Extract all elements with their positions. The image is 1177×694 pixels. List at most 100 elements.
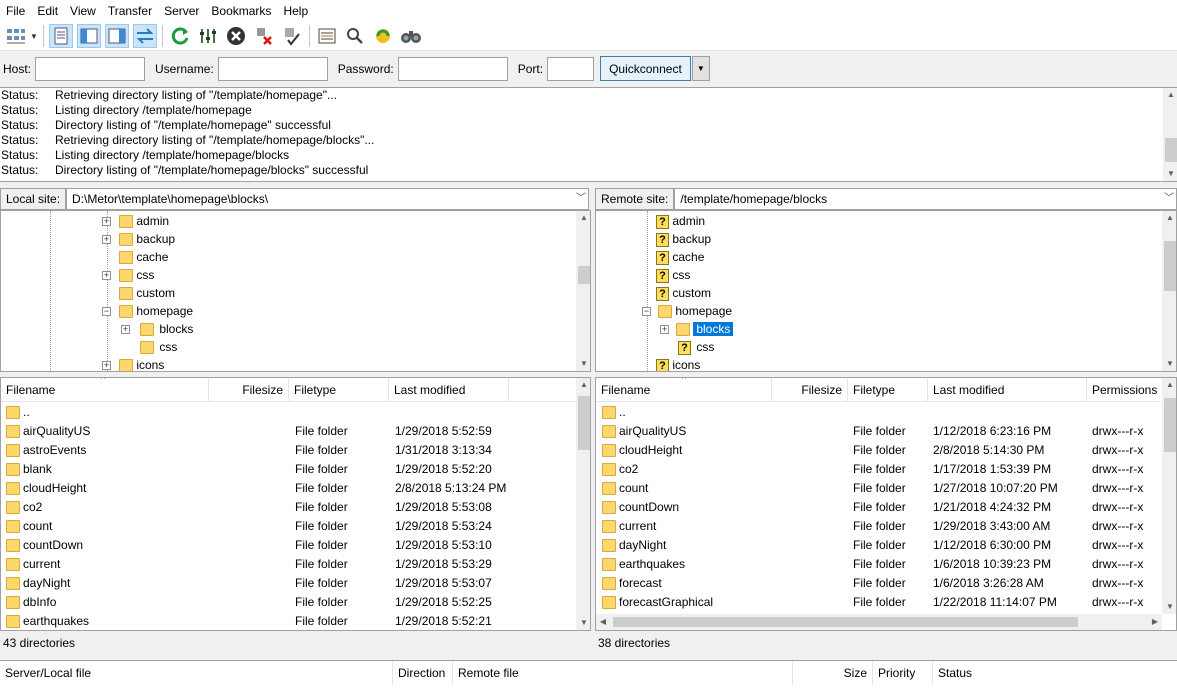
compare-icon[interactable] — [371, 24, 395, 48]
menu-bookmarks[interactable]: Bookmarks — [205, 0, 277, 22]
disconnect-icon[interactable] — [252, 24, 276, 48]
local-tree-scrollbar[interactable]: ▲ ▼ — [576, 211, 590, 371]
column-last-modified[interactable]: Last modified — [389, 378, 509, 402]
scroll-right-icon[interactable]: ▶ — [1148, 615, 1162, 629]
column-status[interactable]: Status — [933, 661, 1177, 685]
column-filesize[interactable]: Filesize — [772, 378, 848, 402]
column-priority[interactable]: Priority — [873, 661, 933, 685]
scroll-down-icon[interactable]: ▼ — [577, 616, 590, 630]
chevron-down-icon[interactable]: ﹀ — [576, 189, 586, 209]
scroll-down-icon[interactable]: ▼ — [1163, 357, 1176, 371]
column-size[interactable]: Size — [793, 661, 873, 685]
tree-item[interactable]: cache — [102, 248, 168, 266]
username-input[interactable] — [217, 56, 328, 81]
file-row[interactable]: count File folder 1/27/2018 10:07:20 PM drw… — [596, 479, 1176, 498]
collapse-icon[interactable]: − — [102, 307, 111, 316]
menu-view[interactable]: View — [64, 0, 102, 22]
tree-item[interactable]: custom — [102, 284, 175, 302]
column-server-local-file[interactable]: Server/Local file — [0, 661, 393, 685]
scroll-down-icon[interactable]: ▼ — [577, 357, 590, 371]
scroll-up-icon[interactable]: ▲ — [577, 211, 590, 225]
file-row[interactable]: forecast File folder 1/6/2018 3:26:28 AM dr… — [596, 574, 1176, 593]
file-row[interactable]: forecastGraphical File folder 1/22/2018 11… — [596, 593, 1176, 612]
file-row[interactable]: dbInfo File folder 1/29/2018 5:52:25 — [1, 593, 590, 612]
file-row[interactable]: earthquakes File folder 1/6/2018 10:39:23 … — [596, 555, 1176, 574]
column-last-modified[interactable]: Last modified — [928, 378, 1087, 402]
tree-item[interactable]: ? css — [678, 338, 714, 356]
tree-item[interactable]: ? cache — [656, 248, 704, 266]
scroll-down-icon[interactable]: ▼ — [1163, 600, 1176, 614]
toggle-queue-icon[interactable] — [133, 24, 157, 48]
scroll-up-icon[interactable]: ▲ — [1163, 211, 1176, 225]
search-icon[interactable] — [399, 24, 423, 48]
tree-item[interactable]: + blocks — [121, 320, 196, 338]
process-queue-icon[interactable] — [196, 24, 220, 48]
tree-item[interactable]: − homepage — [642, 302, 732, 320]
tree-item[interactable]: + blocks — [660, 320, 734, 338]
collapse-icon[interactable]: − — [642, 307, 651, 316]
file-row[interactable]: airQualityUS File folder 1/12/2018 6:23:16… — [596, 422, 1176, 441]
reconnect-icon[interactable] — [280, 24, 304, 48]
quickconnect-button[interactable]: Quickconnect — [600, 56, 691, 81]
column-permissions[interactable]: Permissions — [1087, 378, 1167, 402]
menu-edit[interactable]: Edit — [31, 0, 64, 22]
scroll-thumb[interactable] — [578, 396, 590, 450]
menu-server[interactable]: Server — [158, 0, 205, 22]
tree-item[interactable]: + css — [102, 266, 154, 284]
expand-icon[interactable]: + — [102, 235, 111, 244]
directory-filter-icon[interactable] — [315, 24, 339, 48]
file-row[interactable]: blank File folder 1/29/2018 5:52:20 — [1, 460, 590, 479]
file-row[interactable]: dayNight File folder 1/29/2018 5:53:07 — [1, 574, 590, 593]
scroll-thumb[interactable] — [1164, 241, 1176, 291]
file-row[interactable]: count File folder 1/29/2018 5:53:24 — [1, 517, 590, 536]
refresh-icon[interactable] — [168, 24, 192, 48]
file-row[interactable]: cloudHeight File folder 2/8/2018 5:13:24 P… — [1, 479, 590, 498]
scroll-thumb[interactable] — [1164, 398, 1176, 452]
file-row[interactable]: .. — [596, 403, 1176, 422]
remote-list-hscrollbar[interactable]: ◀ ▶ — [596, 614, 1162, 630]
menu-help[interactable]: Help — [277, 0, 314, 22]
password-input[interactable] — [397, 56, 508, 81]
remote-list-scrollbar[interactable]: ▲ ▼ — [1162, 378, 1176, 614]
tree-item[interactable]: ? backup — [656, 230, 711, 248]
file-row[interactable]: airQualityUS File folder 1/29/2018 5:52:59 — [1, 422, 590, 441]
scroll-thumb[interactable] — [613, 617, 1078, 627]
tree-item[interactable]: − homepage — [102, 302, 193, 320]
scroll-up-icon[interactable]: ▲ — [1163, 378, 1176, 392]
file-row[interactable]: cloudHeight File folder 2/8/2018 5:14:30 P… — [596, 441, 1176, 460]
expand-icon[interactable]: + — [102, 217, 111, 226]
local-list-scrollbar[interactable]: ▲ ▼ — [576, 378, 590, 630]
scroll-left-icon[interactable]: ◀ — [596, 615, 610, 629]
expand-icon[interactable]: + — [102, 271, 111, 280]
remote-tree-scrollbar[interactable]: ▲ ▼ — [1162, 211, 1176, 371]
local-path-combo[interactable]: D:\Metor\template\homepage\blocks\ ﹀ — [66, 188, 589, 210]
site-manager-icon[interactable] — [4, 24, 28, 48]
file-row[interactable]: co2 File folder 1/29/2018 5:53:08 — [1, 498, 590, 517]
chevron-down-icon[interactable]: ﹀ — [1164, 189, 1174, 209]
cancel-icon[interactable] — [224, 24, 248, 48]
scroll-thumb[interactable] — [1165, 138, 1177, 162]
sync-browsing-icon[interactable] — [343, 24, 367, 48]
file-row[interactable]: earthquakes File folder 1/29/2018 5:52:21 — [1, 612, 590, 630]
quickconnect-dropdown-icon[interactable]: ▼ — [691, 56, 710, 81]
toggle-local-tree-icon[interactable] — [77, 24, 101, 48]
file-row[interactable]: astroEvents File folder 1/31/2018 3:13:34 — [1, 441, 590, 460]
column-direction[interactable]: Direction — [393, 661, 453, 685]
file-row[interactable]: countDown File folder 1/29/2018 5:53:10 — [1, 536, 590, 555]
menu-transfer[interactable]: Transfer — [102, 0, 158, 22]
expand-icon[interactable]: + — [660, 325, 669, 334]
file-row[interactable]: current File folder 1/29/2018 3:43:00 AM dr… — [596, 517, 1176, 536]
tree-item[interactable]: + backup — [102, 230, 175, 248]
tree-item[interactable]: ? icons — [656, 356, 700, 371]
tree-item[interactable]: + icons — [102, 356, 164, 371]
column-remote-file[interactable]: Remote file — [453, 661, 793, 685]
file-row[interactable]: countDown File folder 1/21/2018 4:24:32 PM… — [596, 498, 1176, 517]
column-filesize[interactable]: Filesize — [209, 378, 289, 402]
file-row[interactable]: dayNight File folder 1/12/2018 6:30:00 PM d… — [596, 536, 1176, 555]
remote-path-combo[interactable]: /template/homepage/blocks ﹀ — [674, 188, 1177, 210]
expand-icon[interactable]: + — [102, 361, 111, 370]
menu-file[interactable]: File — [0, 0, 31, 22]
expand-icon[interactable]: + — [121, 325, 130, 334]
scroll-down-icon[interactable]: ▼ — [1164, 167, 1177, 181]
port-input[interactable] — [547, 56, 595, 81]
